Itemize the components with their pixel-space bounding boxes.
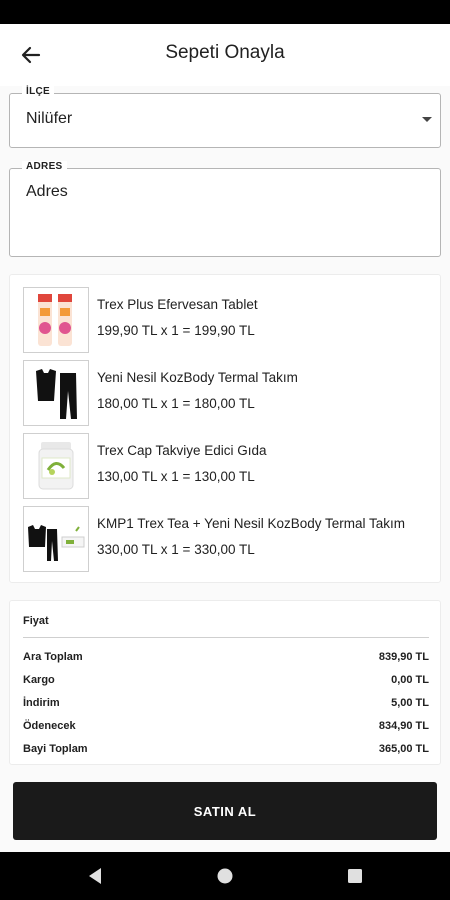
- nav-recents-button[interactable]: [343, 864, 367, 888]
- item-name: Trex Plus Efervesan Tablet: [97, 297, 258, 312]
- nav-back-button[interactable]: [83, 864, 107, 888]
- item-price: 330,00 TL x 1 = 330,00 TL: [97, 542, 255, 557]
- district-select[interactable]: İLÇE Nilüfer: [9, 86, 441, 148]
- address-label: ADRES: [22, 161, 67, 172]
- summary-row-subtotal: Ara Toplam 839,90 TL: [23, 651, 429, 667]
- item-name: KMP1 Trex Tea + Yeni Nesil KozBody Terma…: [97, 516, 406, 531]
- district-label: İLÇE: [22, 86, 54, 97]
- item-price: 199,90 TL x 1 = 199,90 TL: [97, 323, 255, 338]
- system-nav-bar: [0, 852, 450, 900]
- dropdown-arrow-icon: [422, 117, 432, 122]
- thermal-set-icon: [36, 369, 77, 419]
- square-recents-icon: [348, 869, 362, 883]
- cart-item: Trex Cap Takviye Edici Gıda 130,00 TL x …: [23, 433, 433, 499]
- item-price: 130,00 TL x 1 = 130,00 TL: [97, 469, 255, 484]
- summary-label: Ödenecek: [23, 720, 76, 732]
- district-value: Nilüfer: [26, 110, 73, 127]
- cart-item: Yeni Nesil KozBody Termal Takım 180,00 T…: [23, 360, 433, 426]
- summary-value: 839,90 TL: [378, 651, 429, 663]
- circle-home-icon: [217, 868, 233, 884]
- summary-row-discount: İndirim 5,00 TL: [23, 697, 429, 713]
- summary-label: Ara Toplam: [23, 651, 83, 663]
- item-price: 180,00 TL x 1 = 180,00 TL: [97, 396, 255, 411]
- item-name: Yeni Nesil KozBody Termal Takım: [97, 370, 298, 385]
- summary-row-dealer-total: Bayi Toplam 365,00 TL: [23, 743, 429, 759]
- summary-label: İndirim: [23, 697, 60, 709]
- product-image: [23, 506, 89, 572]
- product-image: [23, 433, 89, 499]
- status-bar: [0, 0, 450, 24]
- summary-label: Kargo: [23, 674, 55, 686]
- cart-items-card: Trex Plus Efervesan Tablet 199,90 TL x 1…: [9, 274, 441, 583]
- address-field[interactable]: ADRES Adres: [9, 161, 441, 257]
- summary-value: 365,00 TL: [378, 743, 429, 755]
- nav-home-button[interactable]: [213, 864, 237, 888]
- cart-item: KMP1 Trex Tea + Yeni Nesil KozBody Terma…: [23, 506, 433, 572]
- effervescent-tablet-icon: [38, 294, 72, 346]
- summary-row-shipping: Kargo 0,00 TL: [23, 674, 429, 690]
- summary-value: 5,00 TL: [391, 697, 429, 709]
- summary-value: 0,00 TL: [391, 674, 429, 686]
- address-value: Adres: [26, 183, 68, 200]
- product-image: [23, 360, 89, 426]
- cart-item: Trex Plus Efervesan Tablet 199,90 TL x 1…: [23, 287, 433, 353]
- bundle-icon: [28, 525, 85, 561]
- item-name: Trex Cap Takviye Edici Gıda: [97, 443, 267, 458]
- product-image: [23, 287, 89, 353]
- triangle-back-icon: [89, 868, 101, 884]
- price-summary-card: Fiyat Ara Toplam 839,90 TL Kargo 0,00 TL…: [9, 600, 441, 765]
- summary-divider: [23, 637, 429, 638]
- buy-button[interactable]: SATIN AL: [13, 782, 437, 840]
- page-title: Sepeti Onayla: [165, 42, 285, 63]
- supplement-jar-icon: [38, 442, 74, 490]
- summary-row-payable: Ödenecek 834,90 TL: [23, 720, 429, 736]
- app-bar: Sepeti Onayla: [0, 24, 450, 86]
- summary-title: Fiyat: [23, 615, 49, 627]
- summary-label: Bayi Toplam: [23, 743, 88, 755]
- summary-value: 834,90 TL: [378, 720, 429, 732]
